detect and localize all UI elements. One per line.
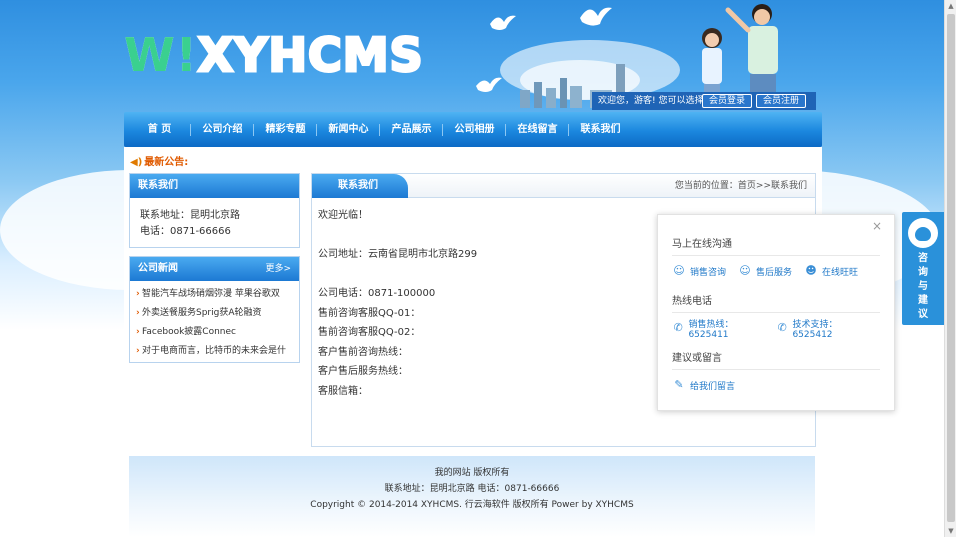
register-button[interactable]: 会员注册	[756, 94, 807, 108]
qq-icon: ☺	[739, 264, 751, 277]
main-tab-contact: 联系我们	[312, 174, 408, 198]
phone-icon: ✆	[777, 321, 787, 334]
sales-consult-link[interactable]: ☺ 销售咨询	[672, 264, 726, 278]
notice-label: 最新公告:	[144, 157, 189, 168]
wangwang-icon: ☻	[805, 264, 817, 277]
nav-item-album[interactable]: 公司相册	[443, 112, 506, 147]
news-item[interactable]: 智能汽车战场硝烟弥漫 苹果谷歌双	[136, 285, 295, 304]
people-illustration	[702, 4, 778, 92]
section-title-feedback: 建议或留言	[672, 353, 722, 364]
contact-box-title: 联系我们	[130, 174, 299, 198]
nav-item-news[interactable]: 新闻中心	[317, 112, 380, 147]
sales-hotline[interactable]: ✆ 销售热线：6525411	[672, 317, 764, 340]
scroll-down-icon[interactable]: ▼	[945, 525, 956, 537]
wangwang-link[interactable]: ☻ 在线旺旺	[804, 264, 858, 278]
footer-line: Copyright © 2014-2014 XYHCMS. 行云海软件 版权所有…	[310, 500, 634, 510]
online-service-panel: × 马上在线沟通 ☺ 销售咨询 ☺ 售后服务 ☻ 在线旺旺 热线电话 ✆ 销售热线：65…	[657, 214, 895, 411]
close-icon[interactable]: ×	[872, 219, 882, 233]
news-box-title: 公司新闻	[138, 263, 178, 274]
consult-side-tab[interactable]: 咨 询 与 建 议	[902, 212, 944, 325]
section-title-hotline: 热线电话	[672, 296, 712, 307]
dove-icon	[490, 15, 516, 30]
news-item[interactable]: 对于电商而言，比特币的未来会是什	[136, 342, 295, 361]
member-bar: 欢迎您，游客! 您可以选择 会员登录 会员注册	[592, 92, 816, 110]
breadcrumb: 您当前的位置：首页>>联系我们	[674, 181, 807, 191]
service-avatar-icon	[908, 218, 938, 248]
nav-item-guestbook[interactable]: 在线留言	[506, 112, 569, 147]
site-footer: 我的网站 版权所有 联系地址：昆明北京路 电话：0871-66666 Copyr…	[129, 456, 815, 537]
nav-item-products[interactable]: 产品展示	[380, 112, 443, 147]
site-logo[interactable]: W!XYHCMS	[124, 27, 424, 84]
scrollbar-thumb[interactable]	[947, 14, 955, 522]
contact-box: 联系我们 联系地址：昆明北京路 电话：0871-66666	[129, 173, 300, 248]
news-item[interactable]: 外卖送餐服务Sprig获A轮融资	[136, 304, 295, 323]
welcome-text: 欢迎您，游客! 您可以选择	[598, 96, 704, 106]
news-item[interactable]: Facebook披露Connec	[136, 323, 295, 342]
scroll-up-icon[interactable]: ▲	[945, 0, 956, 12]
footer-line: 联系地址：昆明北京路 电话：0871-66666	[384, 484, 560, 494]
latest-notice: ◀) 最新公告:	[130, 153, 188, 168]
qq-icon: ☺	[673, 264, 685, 277]
leave-message-link[interactable]: ✎ 给我们留言	[672, 378, 735, 392]
news-box: 公司新闻 更多> 智能汽车战场硝烟弥漫 苹果谷歌双 外卖送餐服务Sprig获A轮…	[129, 256, 300, 363]
tech-support-hotline[interactable]: ✆ 技术支持：6525412	[776, 317, 868, 340]
phone-icon: ✆	[673, 321, 683, 334]
news-more-link[interactable]: 更多>	[265, 257, 291, 281]
logo-text: XYHCMS	[196, 27, 424, 84]
login-button[interactable]: 会员登录	[702, 94, 753, 108]
edit-icon: ✎	[674, 378, 684, 391]
footer-line: 我的网站 版权所有	[434, 468, 510, 478]
nav-item-contact[interactable]: 联系我们	[569, 112, 632, 147]
dove-icon	[580, 7, 612, 26]
section-title-online: 马上在线沟通	[672, 239, 732, 250]
contact-phone: 电话：0871-66666	[140, 226, 231, 237]
vertical-scrollbar[interactable]: ▲ ▼	[944, 0, 956, 537]
speaker-icon: ◀)	[130, 157, 143, 168]
nav-item-about[interactable]: 公司介绍	[191, 112, 254, 147]
nav-item-home[interactable]: 首 页	[128, 112, 191, 147]
logo-mark: W!	[124, 28, 198, 82]
after-sales-link[interactable]: ☺ 售后服务	[738, 264, 792, 278]
dove-icon	[476, 77, 502, 92]
nav-item-topics[interactable]: 精彩专题	[254, 112, 317, 147]
main-nav: 首 页 公司介绍 精彩专题 新闻中心 产品展示 公司相册 在线留言 联系我们	[124, 112, 822, 147]
contact-address: 联系地址：昆明北京路	[140, 210, 240, 221]
side-tab-text: 咨 询 与 建 议	[918, 253, 928, 320]
